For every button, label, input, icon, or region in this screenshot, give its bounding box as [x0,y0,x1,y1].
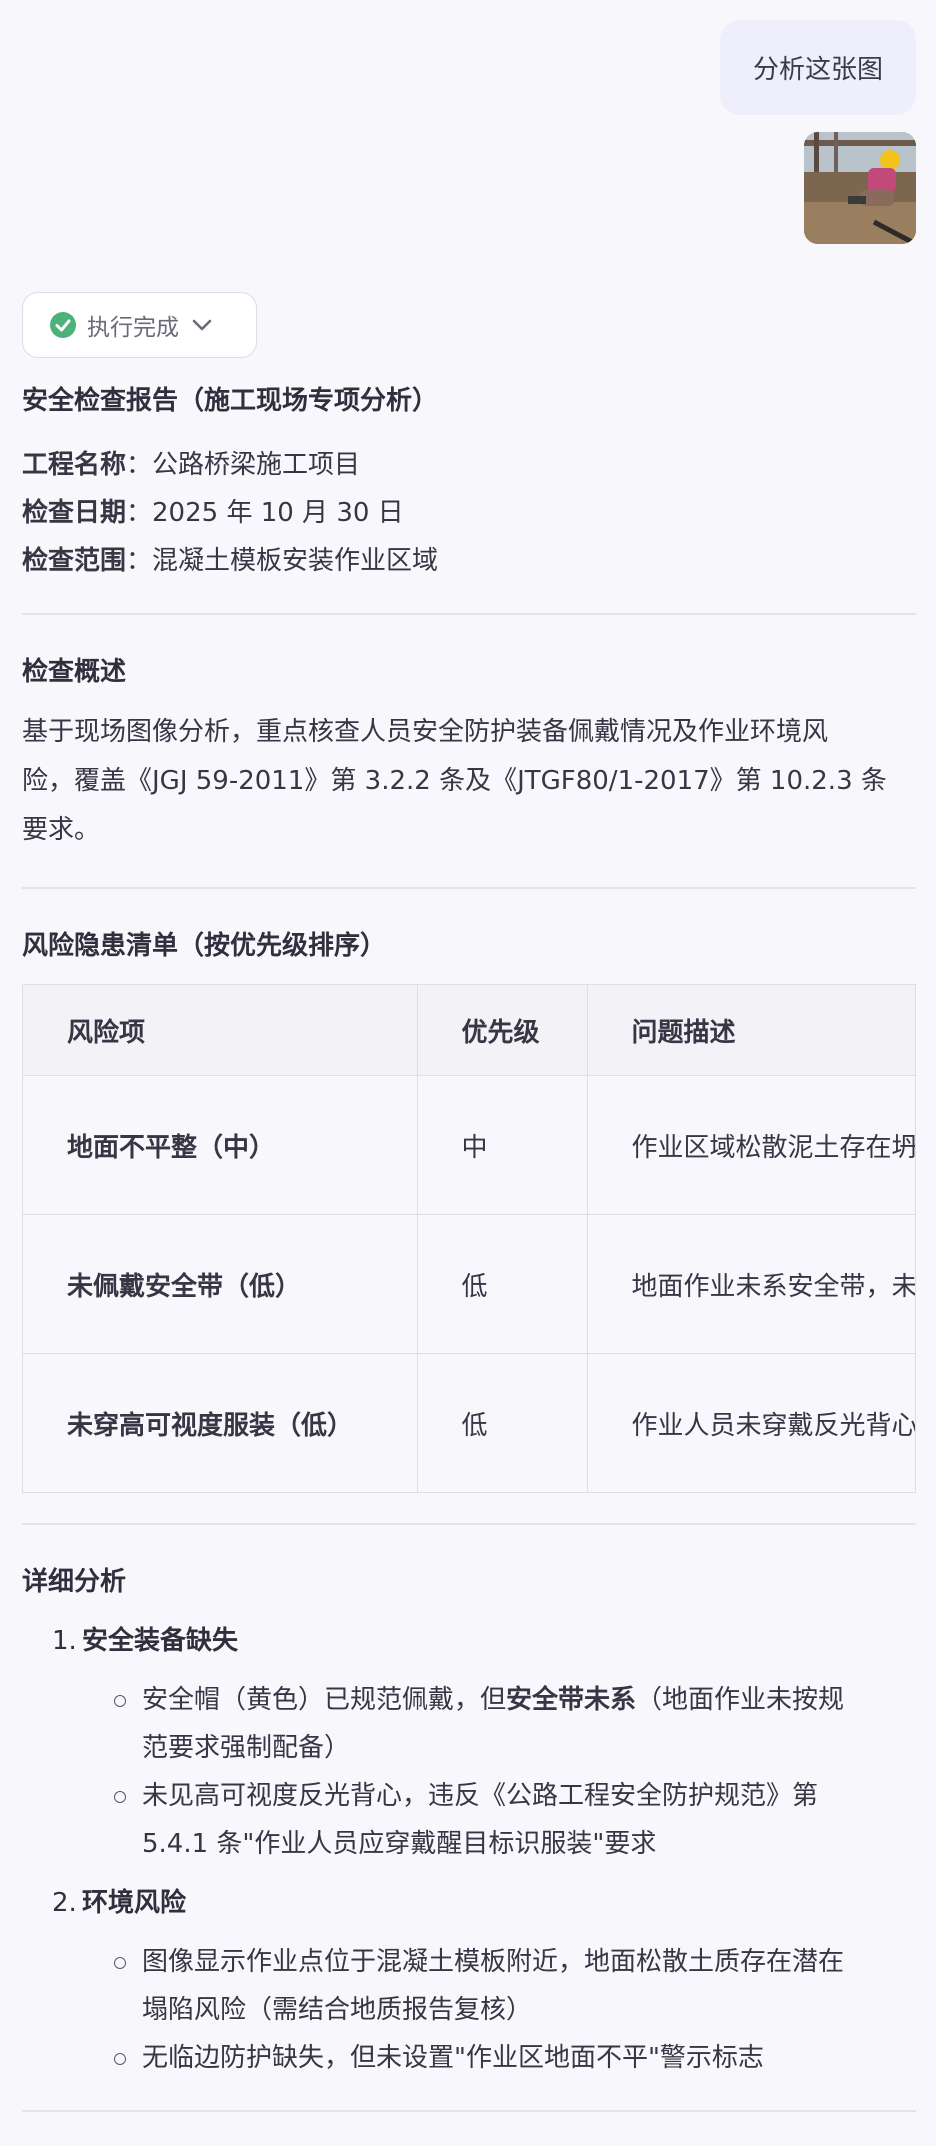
divider [22,1523,916,1525]
status-label: 执行完成 [87,315,179,341]
cell-priority: 低 [417,1214,588,1354]
cell-description: 作业区域松散泥土存在坍 [587,1075,915,1215]
check-circle-icon [49,311,77,339]
meta-project: 工程名称：公路桥梁施工项目 [22,450,361,480]
header-risk-item: 风险项 [23,985,418,1076]
cell-risk-item: 地面不平整（中） [23,1075,418,1215]
table-row: 未穿高可视度服装（低） 低 作业人员未穿戴反光背心 [23,1353,915,1492]
details-list: 1. 安全装备缺失 [22,1616,916,1666]
details-sublist-2: 图像显示作业点位于混凝土模板附近，地面松散土质存在潜在 塌陷风险（需结合地质报告… [22,1938,916,2082]
header-priority: 优先级 [417,985,588,1076]
meta-scope: 检查范围：混凝土模板安装作业区域 [22,546,439,576]
user-message-bubble: 分析这张图 [720,20,916,115]
divider [22,613,916,615]
details-item-2: 2. 环境风险 [52,1888,187,1918]
details-sublist-1: 安全帽（黄色）已规范佩戴，但安全带未系（地面作业未按规 范要求强制配备） 未见高… [22,1676,916,1868]
cell-description: 作业人员未穿戴反光背心 [587,1353,915,1492]
attached-image-thumbnail[interactable] [804,132,916,244]
cell-risk-item: 未穿高可视度服装（低） [23,1353,418,1492]
table-row: 未佩戴安全带（低） 低 地面作业未系安全带，未 [23,1214,915,1354]
chat-thread: 分析这张图 执行完成 安全检查报告（施工现场专项分析） 工程名称：公路桥梁施工项… [0,0,936,2146]
cell-priority: 低 [417,1353,588,1492]
construction-photo [804,132,916,244]
report-meta: 工程名称：公路桥梁施工项目 检查日期：2025 年 10 月 30 日 检查范围… [22,441,916,585]
list-item: 无临边防护缺失，但未设置"作业区地面不平"警示标志 [22,2034,922,2082]
table-row: 地面不平整（中） 中 作业区域松散泥土存在坍 [23,1075,915,1215]
chevron-down-icon [189,312,215,338]
overview-title: 检查概述 [22,657,127,687]
list-item: 图像显示作业点位于混凝土模板附近，地面松散土质存在潜在 塌陷风险（需结合地质报告… [22,1938,922,2034]
details-list: 2. 环境风险 [22,1878,916,1928]
report-title: 安全检查报告（施工现场专项分析） [22,386,439,416]
cell-priority: 中 [417,1075,588,1215]
cell-risk-item: 未佩戴安全带（低） [23,1214,418,1354]
user-message-text: 分析这张图 [752,55,883,85]
details-title: 详细分析 [22,1567,127,1597]
table-header-row: 风险项 优先级 问题描述 [23,985,915,1076]
overview-paragraph: 基于现场图像分析，重点核查人员安全防护装备佩戴情况及作业环境风 险，覆盖《JGJ… [22,717,887,845]
risk-list-title: 风险隐患清单（按优先级排序） [22,931,387,961]
header-description: 问题描述 [587,985,915,1076]
divider [22,887,916,889]
risk-table: 风险项 优先级 问题描述 地面不平整（中） 中 作业区域松散泥土存在坍 未佩戴安… [22,984,916,1493]
execution-status-toggle[interactable]: 执行完成 [22,292,257,358]
list-item: 未见高可视度反光背心，违反《公路工程安全防护规范》第 5.4.1 条"作业人员应… [22,1772,922,1868]
meta-date: 检查日期：2025 年 10 月 30 日 [22,498,404,528]
list-item: 安全帽（黄色）已规范佩戴，但安全带未系（地面作业未按规 范要求强制配备） [22,1676,922,1772]
cell-description: 地面作业未系安全带，未 [587,1214,915,1354]
divider [22,2110,916,2112]
safety-report: 安全检查报告（施工现场专项分析） 工程名称：公路桥梁施工项目 检查日期：2025… [22,380,916,2112]
details-item-1: 1. 安全装备缺失 [52,1626,239,1656]
